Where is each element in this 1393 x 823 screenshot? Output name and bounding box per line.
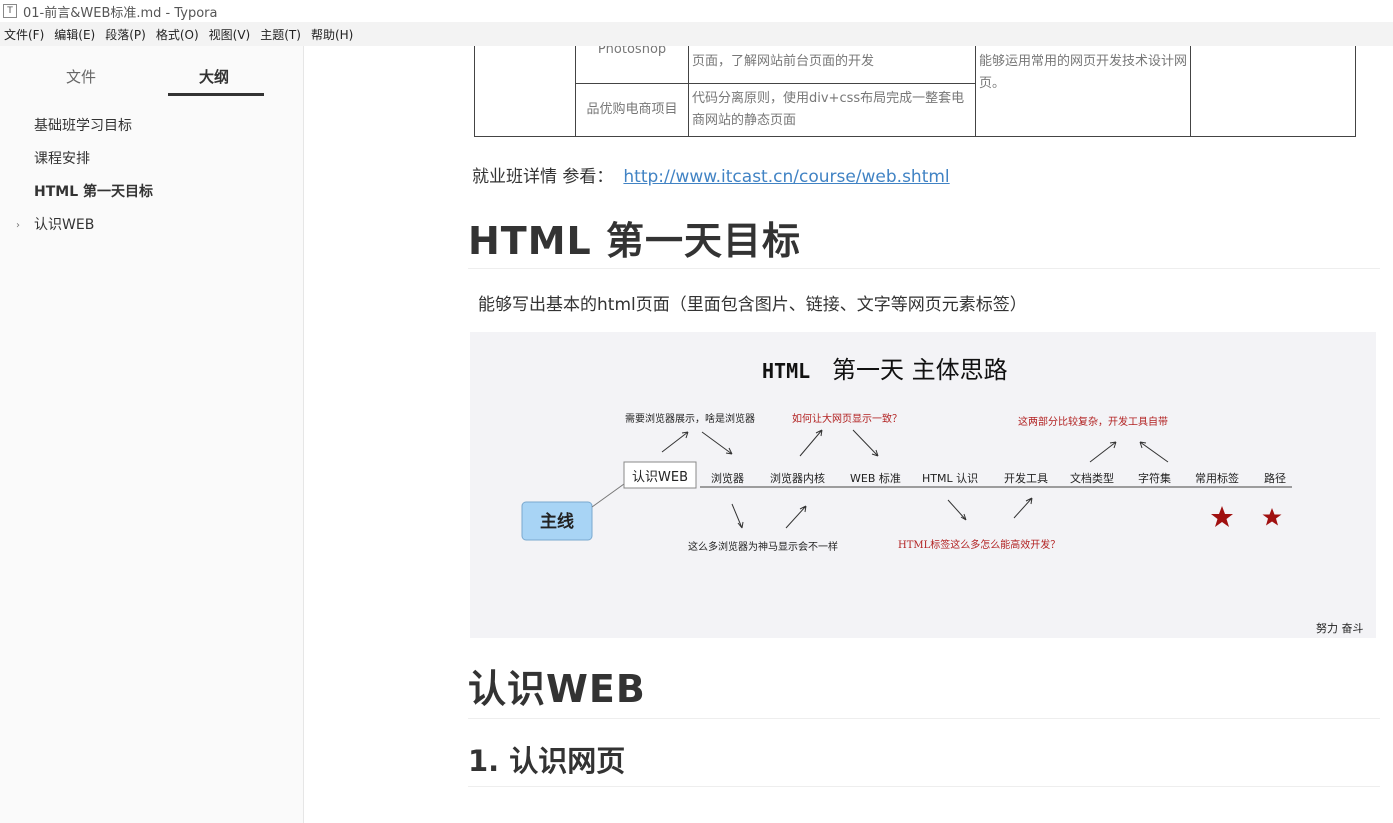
heading-know-web: 认识WEB — [468, 667, 646, 711]
outline-item-schedule[interactable]: 课程安排 — [0, 143, 303, 176]
menu-file[interactable]: 文件(F) — [0, 26, 50, 43]
heading-html-day1: HTML 第一天目标 — [468, 219, 801, 263]
chevron-right-icon[interactable]: › — [16, 209, 20, 242]
node-doctype: 文档类型 — [1070, 471, 1114, 485]
outline-item-label: 基础班学习目标 — [34, 118, 132, 134]
menu-edit[interactable]: 编辑(E) — [50, 26, 101, 43]
menu-help[interactable]: 帮助(H) — [307, 26, 359, 43]
table-cell: Photoshop — [575, 46, 689, 84]
menu-format[interactable]: 格式(O) — [152, 26, 205, 43]
connector — [591, 483, 625, 508]
outline-item-label: 认识WEB — [34, 217, 95, 233]
course-table: Photoshop 页面，了解网站前台页面的开发 能够运用常用的网页开发技术设计… — [474, 46, 1356, 137]
sidebar-tabs: 文件 大纲 — [0, 46, 303, 98]
note-display-differs: 这么多浏览器为神马显示会不一样 — [688, 540, 838, 553]
tab-outline[interactable]: 大纲 — [199, 66, 229, 87]
window-title: 01-前言&WEB标准.md - Typora — [23, 5, 218, 21]
editor[interactable]: Photoshop 页面，了解网站前台页面的开发 能够运用常用的网页开发技术设计… — [304, 46, 1393, 823]
signature: 努力 奋斗 — [1316, 621, 1364, 635]
table-cell — [1190, 46, 1356, 137]
divider — [468, 268, 1380, 269]
title-bar: T 01-前言&WEB标准.md - Typora — [0, 0, 1393, 22]
root-label: 认识WEB — [632, 470, 688, 485]
heading-know-webpage: 1. 认识网页 — [468, 744, 626, 778]
menu-theme[interactable]: 主题(T) — [256, 26, 307, 43]
mindmap-image: HTML 第一天 主体思路 主线 认识WEB 浏览器 浏览器内核 WEB 标准 … — [470, 332, 1376, 638]
mindmap-title-a: HTML — [762, 359, 810, 383]
divider — [468, 786, 1380, 787]
outline-item-label: HTML 第一天目标 — [34, 184, 153, 200]
note-efficient-dev: HTML标签这么多怎么能高效开发？ — [898, 538, 1060, 551]
table-cell: 代码分离原则，使用div+css布局完成一整套电商网站的静态页面 — [688, 83, 976, 137]
menu-view[interactable]: 视图(V) — [205, 26, 257, 43]
menu-bar: 文件(F) 编辑(E) 段落(P) 格式(O) 视图(V) 主题(T) 帮助(H… — [0, 22, 1393, 46]
node-html: HTML 认识 — [922, 472, 978, 485]
outline-item-label: 课程安排 — [34, 151, 90, 167]
table-cell: 品优购电商项目 — [575, 83, 689, 137]
node-web-standard: WEB 标准 — [850, 471, 901, 485]
table-cell: 页面，了解网站前台页面的开发 — [688, 46, 976, 84]
main-label: 主线 — [540, 511, 574, 532]
outline-item-know-web[interactable]: › 认识WEB — [0, 209, 303, 242]
table-cell — [474, 46, 576, 137]
outline-list: 基础班学习目标 课程安排 HTML 第一天目标 › 认识WEB — [0, 110, 303, 242]
mindmap-svg: HTML 第一天 主体思路 主线 认识WEB 浏览器 浏览器内核 WEB 标准 … — [521, 356, 1364, 635]
note-complex-parts: 这两部分比较复杂，开发工具自带 — [1018, 415, 1168, 428]
node-path: 路径 — [1264, 472, 1286, 485]
active-tab-indicator — [168, 93, 264, 96]
node-browser: 浏览器 — [711, 471, 744, 485]
node-charset: 字符集 — [1138, 471, 1171, 485]
star-icon — [1262, 508, 1282, 526]
job-class-link[interactable]: http://www.itcast.cn/course/web.shtml — [623, 167, 949, 187]
menu-paragraph[interactable]: 段落(P) — [101, 26, 152, 43]
mindmap-title-b: 第一天 主体思路 — [832, 356, 1008, 384]
node-dev-tools: 开发工具 — [1004, 471, 1048, 485]
table-cell: 能够运用常用的网页开发技术设计网页。 — [975, 46, 1191, 137]
note-consistent-display: 如何让大网页显示一致？ — [792, 412, 902, 425]
sidebar: 文件 大纲 基础班学习目标 课程安排 HTML 第一天目标 › 认识WEB — [0, 46, 304, 823]
job-class-text: 就业班详情 参看： — [472, 167, 614, 187]
day-paragraph: 能够写出基本的html页面（里面包含图片、链接、文字等网页元素标签） — [478, 295, 1027, 315]
node-common-tags: 常用标签 — [1195, 471, 1239, 485]
job-class-line: 就业班详情 参看： http://www.itcast.cn/course/web… — [472, 162, 950, 187]
outline-item-basic-goals[interactable]: 基础班学习目标 — [0, 110, 303, 143]
table-row: Photoshop 页面，了解网站前台页面的开发 能够运用常用的网页开发技术设计… — [474, 46, 1356, 137]
star-icon — [1211, 506, 1233, 527]
node-browser-kernel: 浏览器内核 — [770, 471, 825, 485]
typora-icon: T — [3, 4, 17, 18]
note-browser-question: 需要浏览器展示，啥是浏览器 — [625, 412, 755, 425]
tab-files[interactable]: 文件 — [66, 66, 96, 87]
divider — [468, 718, 1380, 719]
outline-item-html-day1[interactable]: HTML 第一天目标 — [0, 176, 303, 209]
